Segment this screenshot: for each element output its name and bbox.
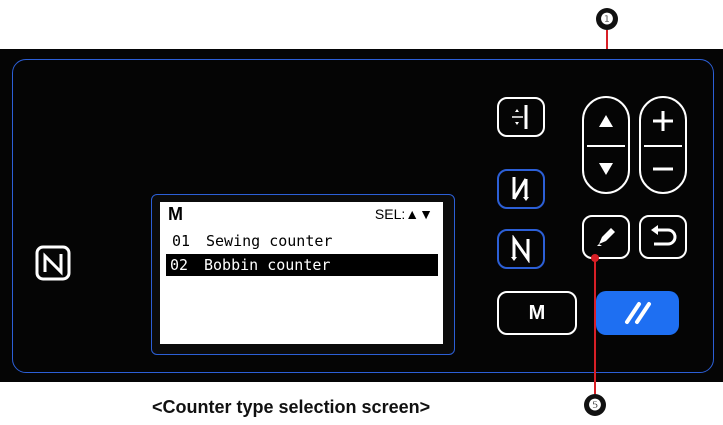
value-change-pill: [639, 96, 687, 194]
up-button[interactable]: [584, 98, 628, 144]
reverse-stitch-icon: [512, 177, 529, 201]
operation-panel: M SEL:▲▼ 01 Sewing counter 02 Bobbin count…: [0, 49, 723, 382]
reverse-stitch-button[interactable]: [497, 169, 545, 209]
callout-marker-5: ❺: [584, 394, 606, 416]
thread-trimmer-icon: [512, 105, 528, 129]
pencil-icon: [597, 228, 615, 246]
list-item-bobbin-counter[interactable]: 02 Bobbin counter: [166, 254, 438, 276]
mode-button-label: M: [528, 301, 546, 324]
list-item-sewing-counter[interactable]: 01 Sewing counter: [168, 230, 438, 252]
return-button[interactable]: [639, 215, 687, 259]
lcd-screen: M SEL:▲▼ 01 Sewing counter 02 Bobbin count…: [160, 202, 443, 344]
figure-caption: <Counter type selection screen>: [152, 397, 431, 417]
minus-icon: [653, 167, 673, 171]
needle-position-icon: [511, 235, 530, 263]
callout-marker-1: ❶: [596, 8, 618, 30]
down-button[interactable]: [584, 146, 628, 192]
mode-button[interactable]: M: [497, 291, 577, 335]
ready-icon: [624, 302, 651, 324]
list-item-label: Bobbin counter: [204, 256, 331, 274]
edit-button[interactable]: [582, 215, 630, 259]
plus-button[interactable]: [641, 98, 685, 144]
list-item-label: Sewing counter: [206, 232, 333, 250]
list-item-number: 01: [172, 232, 191, 250]
item-select-pill: [582, 96, 630, 194]
lcd-sel-hint: SEL:▲▼: [374, 206, 433, 222]
ready-button[interactable]: [596, 291, 679, 335]
list-item-number: 02: [170, 256, 189, 274]
lcd-display: M SEL:▲▼ 01 Sewing counter 02 Bobbin count…: [151, 194, 455, 355]
up-arrow-icon: [599, 115, 613, 127]
needle-position-button[interactable]: [497, 229, 545, 269]
plus-icon: [653, 111, 673, 131]
down-arrow-icon: [599, 163, 613, 175]
return-icon: [651, 225, 677, 246]
lcd-title: M: [168, 204, 183, 224]
callout-leader-5: [594, 258, 596, 394]
nfc-icon: [35, 245, 71, 281]
minus-button[interactable]: [641, 146, 685, 192]
thread-trimmer-button[interactable]: [497, 97, 545, 137]
